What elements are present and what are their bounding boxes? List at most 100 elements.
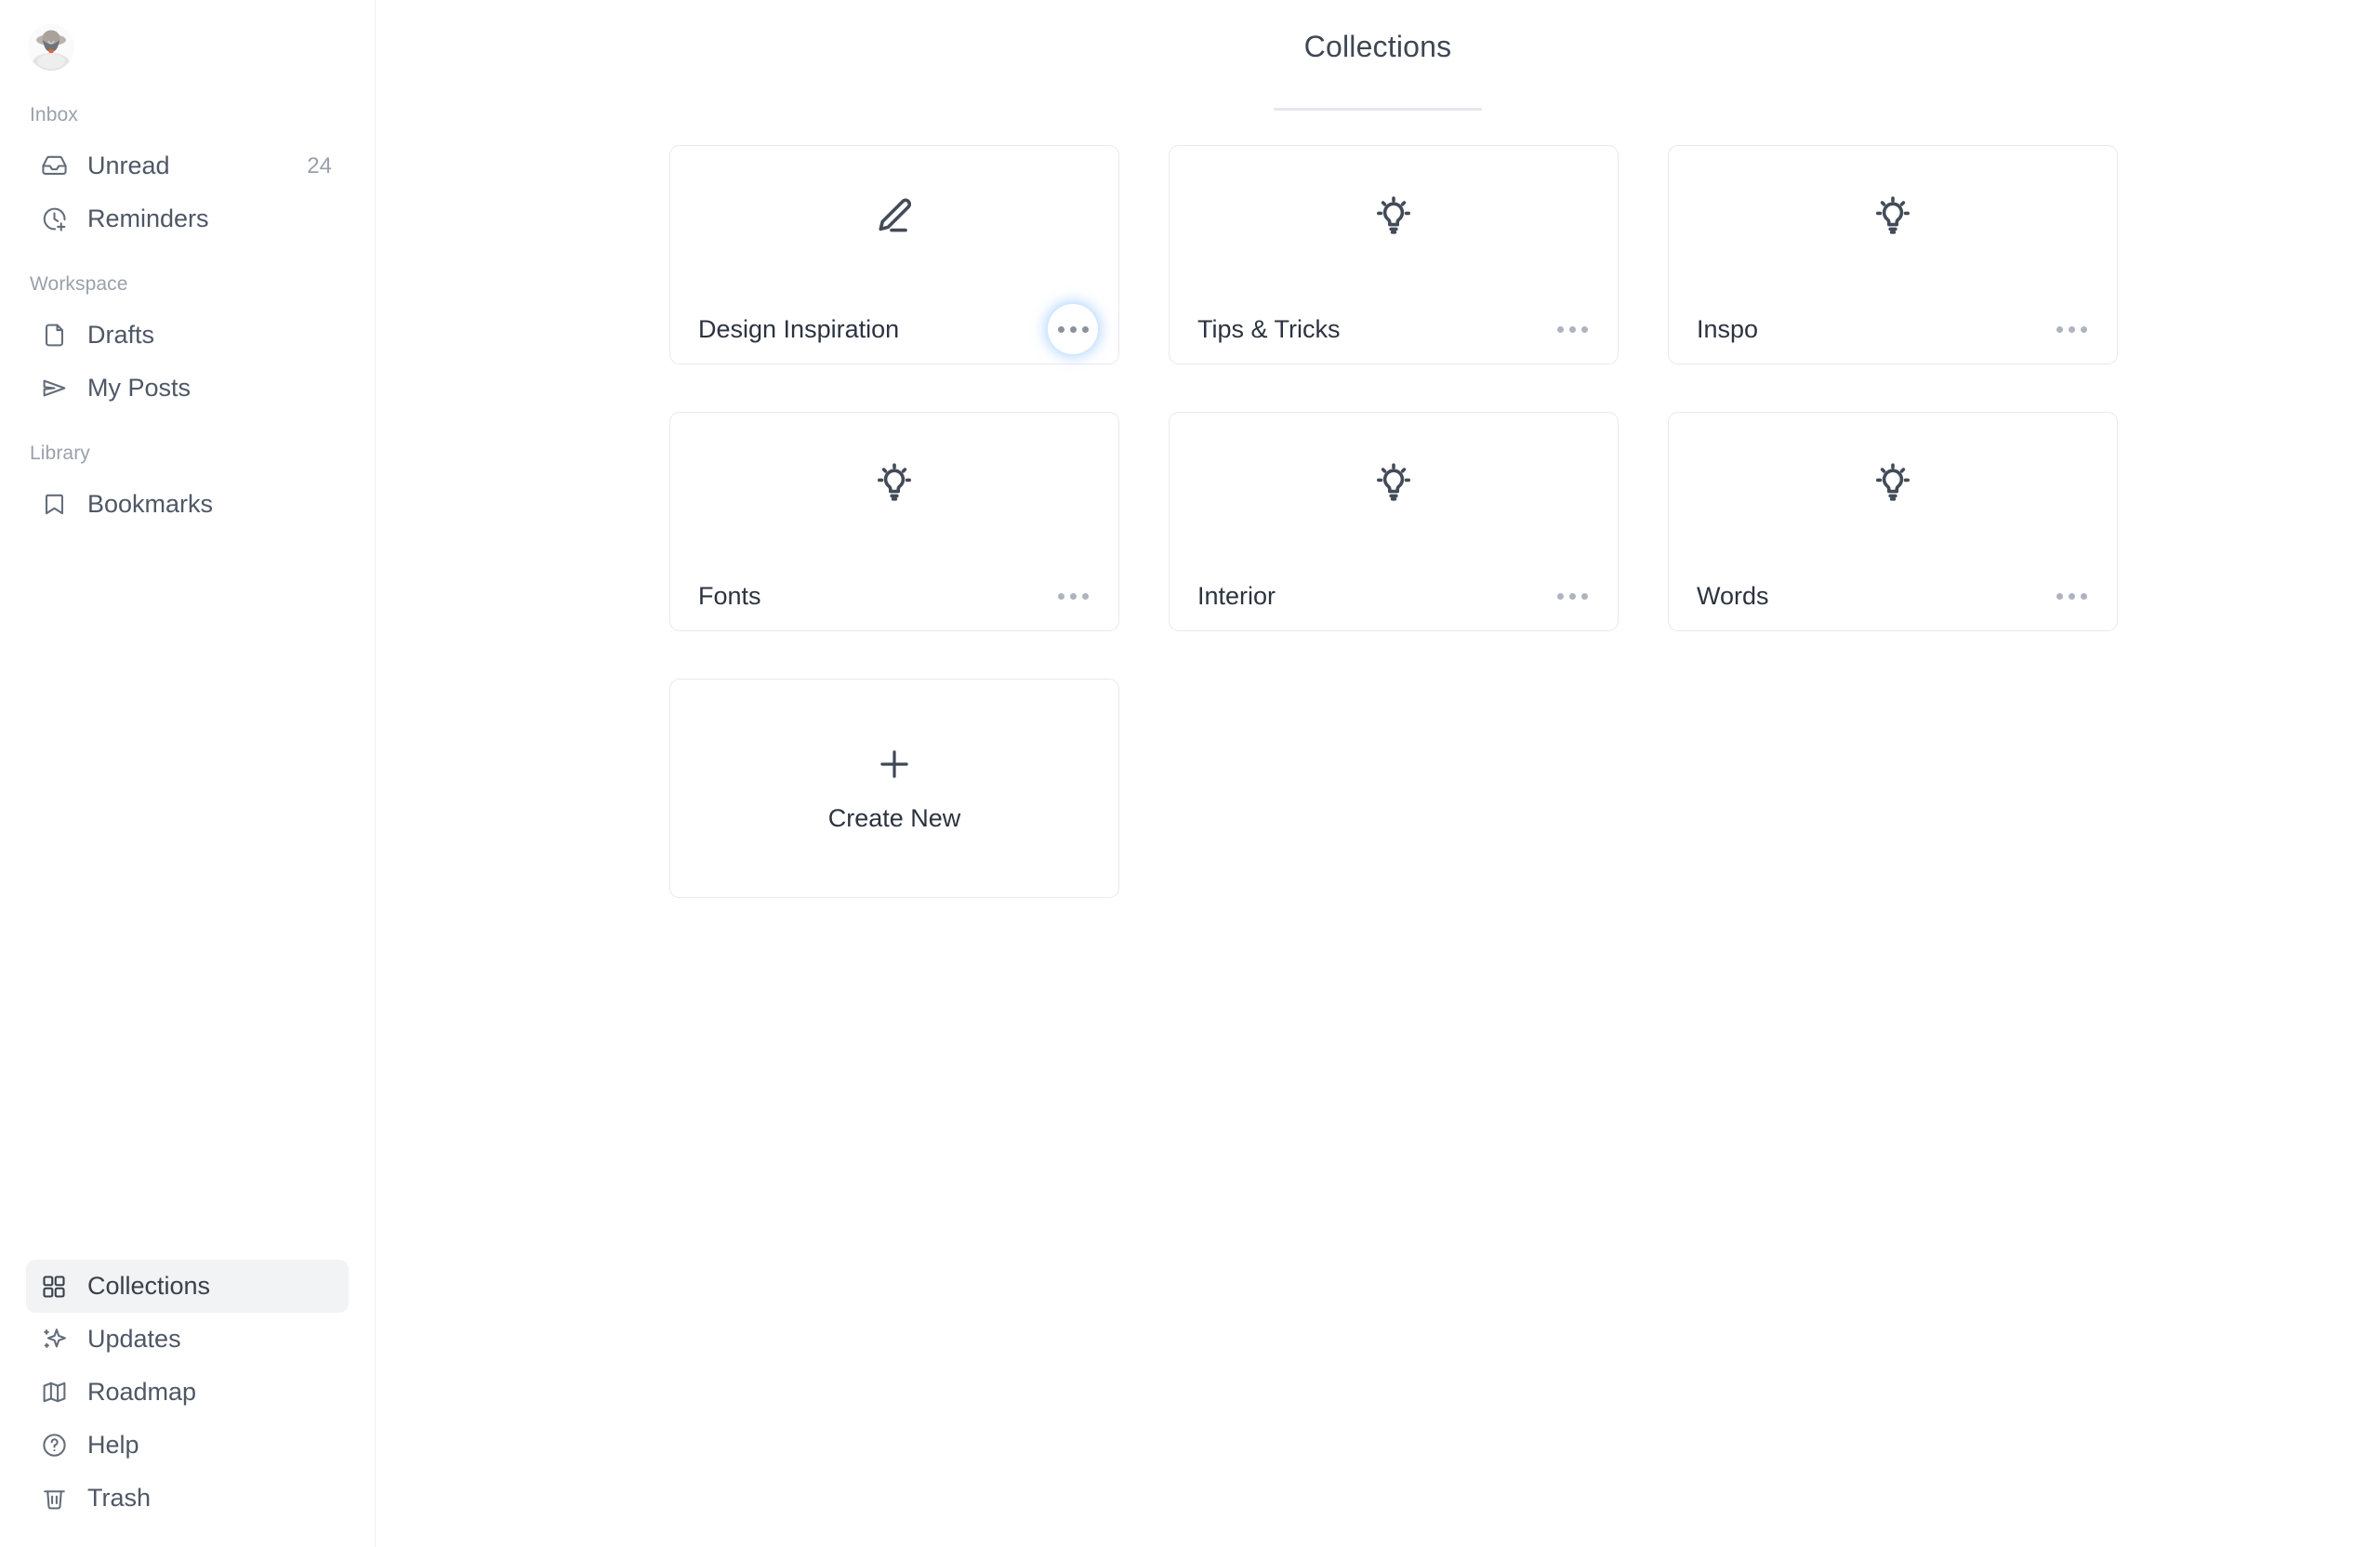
ellipsis-dot [2080,592,2087,600]
ellipsis-dot [1580,325,1588,333]
card-footer: Words [1669,562,2117,630]
ellipsis-dot [2056,592,2063,600]
sidebar-item-label-my-posts: My Posts [87,374,192,402]
collection-card[interactable]: Inspo [1668,145,2118,364]
lightbulb-icon [1371,195,1416,240]
sidebar-item-collections[interactable]: Collections [26,1260,349,1313]
ellipsis-dot [1057,325,1064,333]
collection-card[interactable]: Words [1668,412,2118,631]
lightbulb-icon [1871,462,1915,507]
create-new-label: Create New [827,803,961,832]
collection-card[interactable]: Tips & Tricks [1169,145,1619,364]
ellipsis-dot [1069,325,1077,333]
sidebar-item-label-updates: Updates [87,1325,181,1353]
sidebar-item-bookmarks[interactable]: Bookmarks [28,478,347,531]
sidebar-item-label-roadmap: Roadmap [87,1378,197,1406]
card-footer: Tips & Tricks [1170,295,1618,364]
grid-icon [39,1272,69,1302]
ellipsis-dot [1081,325,1089,333]
card-menu-button[interactable] [1549,573,1595,619]
sidebar-item-label-trash: Trash [87,1484,152,1512]
card-menu-button[interactable] [2048,306,2095,352]
avatar[interactable] [28,24,74,71]
sidebar-section-library: Library Bookmarks [28,443,347,531]
lightbulb-icon [1371,462,1416,507]
card-menu-button[interactable] [1050,306,1096,352]
ellipsis-dot [1081,592,1089,600]
collection-card[interactable]: Fonts [669,412,1119,631]
sidebar-item-trash[interactable]: Trash [26,1472,349,1525]
card-menu-button[interactable] [1050,573,1096,619]
card-footer: Fonts [670,562,1118,630]
section-label-library: Library [30,443,90,464]
card-menu-button[interactable] [1549,306,1595,352]
card-title: Inspo [1697,314,1759,343]
sidebar-item-label-help: Help [87,1431,139,1459]
sidebar-header [0,0,375,71]
section-label-inbox: Inbox [30,104,78,126]
card-icon-area [1669,146,2117,295]
sparkles-icon [39,1325,69,1355]
bookmark-icon [39,490,69,520]
trash-icon [39,1484,69,1514]
ellipsis-dot [1556,592,1564,600]
sidebar-item-label-drafts: Drafts [87,321,155,349]
sidebar-item-reminders[interactable]: Reminders [28,192,347,245]
collections-grid-wrapper: Design Inspiration Tips & Tricks Inspo F… [376,111,2380,898]
sidebar-section-inbox: Inbox Unread 24 Reminders [28,104,347,245]
ellipsis-dot [1057,592,1064,600]
card-title: Words [1697,581,1769,610]
nav-list-library: Bookmarks [28,478,347,531]
title-divider [1274,108,1482,111]
clock-plus-icon [39,205,69,234]
sidebar-item-unread[interactable]: Unread 24 [28,139,347,192]
card-title: Design Inspiration [698,314,900,343]
app-root: Inbox Unread 24 Reminders Workspace Draf… [0,0,2380,1547]
sidebar-item-drafts[interactable]: Drafts [28,309,347,362]
nav-list-workspace: Drafts My Posts [28,309,347,415]
unread-count-badge: 24 [307,152,332,178]
sidebar-item-my-posts[interactable]: My Posts [28,362,347,415]
ellipsis-dot [1580,592,1588,600]
card-title: Interior [1197,581,1276,610]
card-icon-area [670,413,1118,562]
card-footer: Inspo [1669,295,2117,364]
send-icon [39,374,69,403]
section-label-workspace: Workspace [30,273,128,295]
inbox-icon [39,152,69,181]
ellipsis-dot [2080,325,2087,333]
card-icon-area [670,146,1118,295]
nav-list-bottom: Collections Updates Roadmap Help Trash [26,1260,349,1525]
sidebar-nav-sections: Inbox Unread 24 Reminders Workspace Draf… [0,71,375,531]
collection-card[interactable]: Design Inspiration [669,145,1119,364]
ellipsis-dot [1568,325,1576,333]
main-content: Collections Design Inspiration Tips & Tr… [376,0,2380,1547]
plus-icon [875,745,914,784]
ellipsis-dot [2056,325,2063,333]
page-header: Collections [376,0,2380,111]
map-icon [39,1378,69,1408]
ellipsis-dot [1568,592,1576,600]
card-icon-area [1170,146,1618,295]
ellipsis-dot [1069,592,1077,600]
sidebar-item-updates[interactable]: Updates [26,1313,349,1366]
sidebar-section-workspace: Workspace Drafts My Posts [28,273,347,415]
sidebar-item-label-collections: Collections [87,1272,211,1300]
sidebar-item-label-unread: Unread [87,152,170,179]
collections-grid: Design Inspiration Tips & Tricks Inspo F… [669,145,2118,898]
ellipsis-dot [1556,325,1564,333]
create-new-card[interactable]: Create New [669,679,1119,898]
card-menu-button[interactable] [2048,573,2095,619]
lightbulb-icon [872,462,917,507]
card-icon-area [1669,413,2117,562]
card-footer: Interior [1170,562,1618,630]
collection-card[interactable]: Interior [1169,412,1619,631]
card-title: Tips & Tricks [1197,314,1341,343]
card-icon-area [1170,413,1618,562]
sidebar-item-help[interactable]: Help [26,1419,349,1472]
card-footer: Design Inspiration [670,295,1118,364]
sidebar-item-roadmap[interactable]: Roadmap [26,1366,349,1419]
pencil-icon [872,195,917,240]
sidebar-item-label-reminders: Reminders [87,205,209,232]
card-title: Fonts [698,581,761,610]
